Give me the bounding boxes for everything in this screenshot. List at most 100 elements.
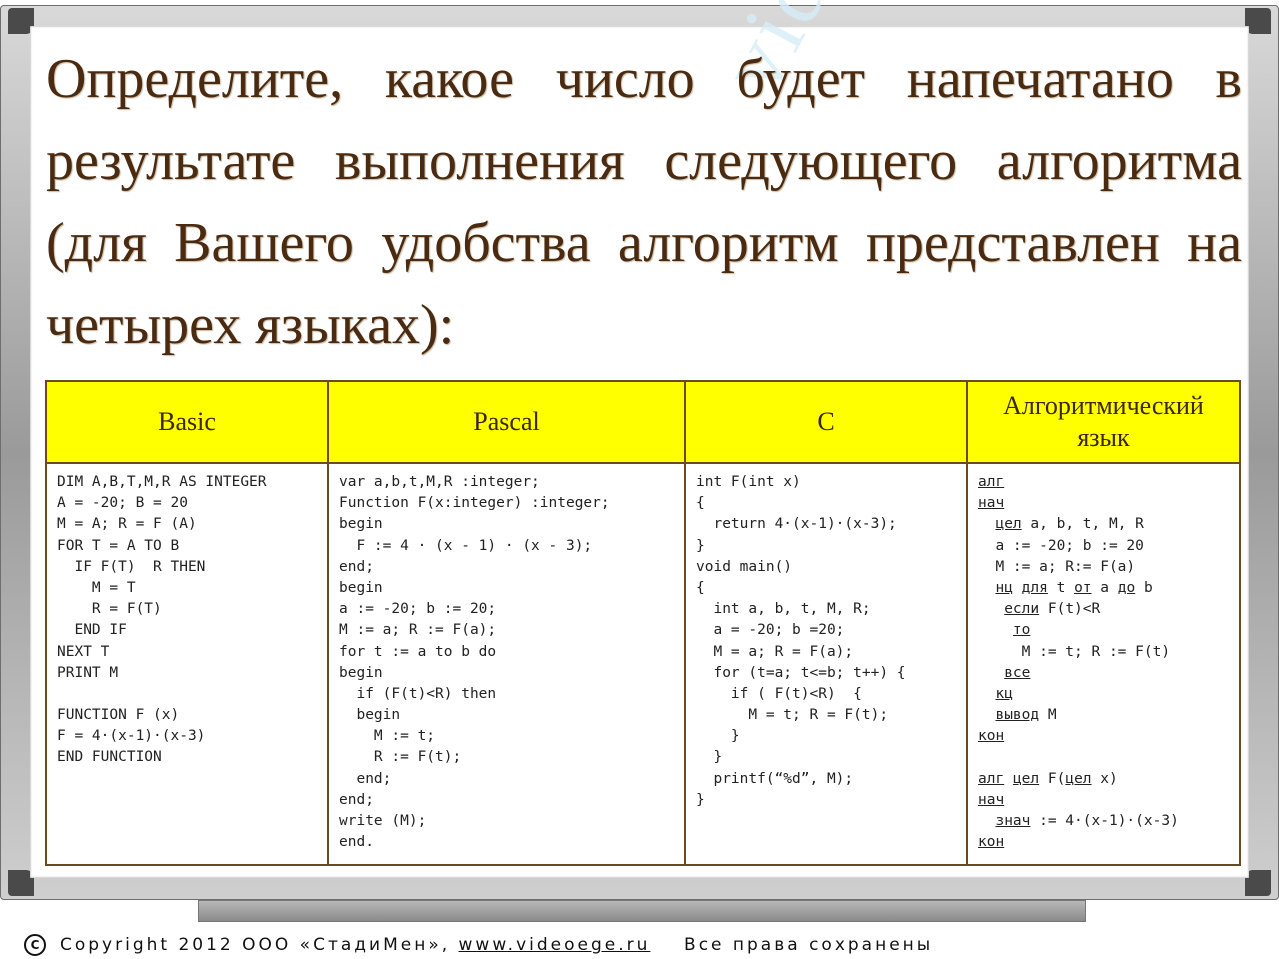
alg-code-line [978,747,1229,768]
c-code-line: } [696,728,740,745]
alg-keyword: от [1074,579,1092,596]
alg-code-line: M := a; R:= F(a) [978,557,1229,578]
alg-code-text: F( [1039,770,1066,787]
alg-keyword: если [1004,601,1040,618]
basic-code-line: M = T [57,579,136,596]
pascal-code-line: end; [339,770,392,787]
header-algorithmic-language: Алгоритмический язык [966,380,1241,464]
pascal-code-line: R := F(t); [339,749,462,766]
footer-rights: Все права сохранены [684,935,934,955]
alg-code-text [1013,580,1022,596]
basic-code-line: NEXT T [57,643,110,660]
c-code-line: { [696,495,705,512]
header-c: C [684,380,968,464]
c-code-line: } [696,537,705,554]
c-code-line: a = -20; b =20; [696,622,845,639]
footer-link[interactable]: www.videoege.ru [459,935,651,955]
alg-code-text [978,707,995,723]
c-code-line: void main() [696,558,793,575]
pascal-code-line: Function F(x:integer) :integer; [339,495,610,512]
alg-keyword: вывод [995,707,1040,724]
copyright-icon: С [24,934,46,956]
c-code-line: return 4·(x-1)·(x-3); [696,516,897,533]
alg-code-text [978,601,1004,617]
c-code-line: } [696,749,723,766]
alg-code-text: t [1047,579,1075,596]
alg-keyword: кон [978,728,1005,745]
c-code-line: { [696,579,705,596]
pascal-code-line: a := -20; b := 20; [339,601,497,618]
alg-keyword: нач [978,495,1005,512]
alg-keyword: до [1117,579,1136,596]
basic-code-line: PRINT M [57,664,119,681]
pascal-code-line: M := t; [339,728,436,745]
alg-keyword: нц [995,579,1013,596]
basic-code-line: M = A; R = F (A) [57,516,197,533]
c-code-line: if ( F(t)<R) { [696,685,862,702]
pascal-code-line: for t := a to b do [339,643,497,660]
alg-code-line: вывод M [978,705,1229,726]
header-basic: Basic [45,380,329,464]
alg-code-line: нач [978,790,1229,811]
alg-code-text: M [1039,707,1057,724]
code-table-header-row: Basic Pascal C Алгоритмический язык [45,380,1241,464]
alg-code-line: кон [978,726,1229,747]
c-code-line: M = a; R = F(a); [696,643,854,660]
alg-keyword: алг [978,474,1005,490]
alg-code-text [1004,771,1013,787]
alg-code-line: кон [978,832,1229,853]
alg-code-text [978,622,1013,638]
alg-code-line: нц для t от a до b [978,578,1229,599]
alg-code-text: := 4·(x-1)·(x-3) [1030,813,1179,829]
alg-code-line: кц [978,684,1229,705]
pascal-code-line: begin [339,664,383,681]
task-title: Определите, какое число будет напечатано… [46,48,1242,356]
alg-code-line: все [978,663,1229,684]
pascal-code-line: F := 4 · (x - 1) · (x - 3); [339,537,593,554]
basic-code-line: IF F(T) R THEN [57,558,206,575]
alg-code-line: алг [978,472,1229,493]
pascal-code-line: begin [339,579,383,596]
pascal-code-line: var a,b,t,M,R :integer; [339,474,540,490]
alg-code-line: a := -20; b := 20 [978,536,1229,557]
basic-code-line [57,684,317,705]
pascal-code-line: if (F(t)<R) then [339,685,497,702]
alg-code-line: цел a, b, t, M, R [978,514,1229,535]
alg-keyword: цел [1012,770,1040,787]
code-table: Basic Pascal C Алгоритмический язык DIM … [45,380,1241,866]
c-code-line: int a, b, t, M, R; [696,601,871,618]
c-code-cell: int F(int x) { return 4·(x-1)·(x-3);} void… [684,462,968,866]
alg-code-text: a [1091,579,1118,596]
pascal-code-line: end; [339,558,374,575]
alg-keyword: цел [1065,770,1092,787]
alg-code-line: нач [978,493,1229,514]
alg-code-line: то [978,620,1229,641]
alg-keyword: для [1021,579,1048,596]
pascal-code-line: end. [339,834,374,851]
c-code-line: int F(int x) [696,474,801,490]
alg-code-text: x) [1091,770,1118,787]
c-code-line: for (t=a; t<=b; t++) { [696,664,906,681]
header-pascal: Pascal [327,380,686,464]
alg-code-text: b [1135,579,1153,596]
alg-code-text: F(t)<R [1039,601,1101,618]
alg-code-cell: алг нач цел a, b, t, M, R a := -20; b := … [966,462,1241,866]
alg-keyword: цел [995,516,1022,533]
alg-code-text [978,580,995,596]
alg-code-text: M := t; R := F(t) [978,643,1171,660]
alg-code-line: знач := 4·(x-1)·(x-3) [978,811,1229,832]
alg-code-text [978,686,995,702]
code-table-body-row: DIM A,B,T,M,R AS INTEGER A = -20; B = 20 M… [45,462,1241,866]
pascal-code-line: begin [339,707,401,724]
alg-code-text: M := a; R:= F(a) [978,558,1136,575]
basic-code-line: END FUNCTION [57,749,162,766]
basic-code-line: DIM A,B,T,M,R AS INTEGER [57,474,267,490]
alg-keyword: все [1004,664,1031,681]
alg-code-line: алг цел F(цел x) [978,769,1229,790]
alg-keyword: кон [978,834,1005,851]
alg-code-line: если F(t)<R [978,599,1229,620]
pascal-code-line: M := a; R := F(a); [339,622,497,639]
basic-code-line: FUNCTION F (x) [57,707,180,724]
basic-code-line: END IF [57,622,127,639]
basic-code-cell: DIM A,B,T,M,R AS INTEGER A = -20; B = 20 M… [45,462,329,866]
